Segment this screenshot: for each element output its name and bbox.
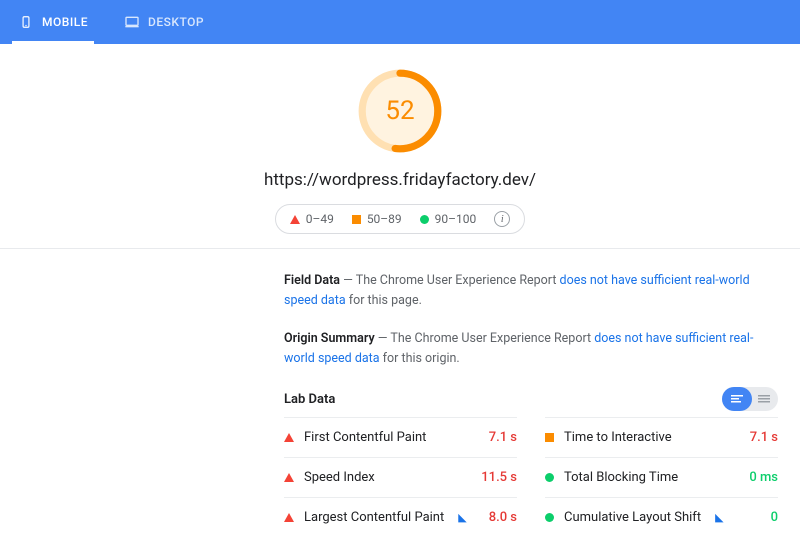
metric-tbt[interactable]: Total Blocking Time 0 ms xyxy=(545,457,778,497)
circle-icon xyxy=(545,513,554,522)
metric-si[interactable]: Speed Index 11.5 s xyxy=(284,457,517,497)
triangle-icon xyxy=(284,473,294,482)
circle-icon xyxy=(545,473,554,482)
square-icon xyxy=(352,215,361,224)
desktop-icon xyxy=(124,14,140,30)
metric-value: 8.0 s xyxy=(489,510,517,525)
metric-lcp[interactable]: Largest Contentful Paint ◣ 8.0 s xyxy=(284,497,517,537)
tab-mobile-label: MOBILE xyxy=(42,15,88,29)
metric-name: Cumulative Layout Shift xyxy=(564,510,701,525)
triangle-icon xyxy=(284,433,294,442)
tested-url: https://wordpress.fridayfactory.dev/ xyxy=(0,170,800,190)
lab-data-title: Lab Data xyxy=(284,392,335,407)
metric-name: Time to Interactive xyxy=(564,430,672,445)
bars-right-icon xyxy=(758,395,770,403)
field-data-text: Field Data — The Chrome User Experience … xyxy=(284,271,778,311)
metric-name: Largest Contentful Paint xyxy=(304,510,444,525)
triangle-icon xyxy=(284,513,294,522)
score-value: 52 xyxy=(355,66,445,156)
bars-left-icon xyxy=(731,395,743,403)
report-body: Field Data — The Chrome User Experience … xyxy=(0,249,800,537)
score-hero: 52 https://wordpress.fridayfactory.dev/ … xyxy=(0,44,800,248)
tab-mobile[interactable]: MOBILE xyxy=(12,0,94,44)
origin-summary-text: Origin Summary — The Chrome User Experie… xyxy=(284,329,778,369)
square-icon xyxy=(545,433,554,442)
metric-value: 11.5 s xyxy=(481,470,517,485)
mobile-icon xyxy=(18,14,34,30)
tab-desktop-label: DESKTOP xyxy=(148,15,204,29)
legend-good: 90–100 xyxy=(420,212,477,226)
legend-poor: 0–49 xyxy=(290,212,334,226)
metric-name: First Contentful Paint xyxy=(304,430,426,445)
metric-value: 0 xyxy=(771,510,778,525)
legend-mid: 50–89 xyxy=(352,212,402,226)
field-data-label: Field Data xyxy=(284,273,340,288)
circle-icon xyxy=(420,215,429,224)
origin-summary-label: Origin Summary xyxy=(284,331,375,346)
metric-cls[interactable]: Cumulative Layout Shift ◣ 0 xyxy=(545,497,778,537)
metric-fcp[interactable]: First Contentful Paint 7.1 s xyxy=(284,417,517,457)
metric-name: Total Blocking Time xyxy=(564,470,678,485)
metrics-grid: First Contentful Paint 7.1 s Time to Int… xyxy=(284,417,778,537)
info-icon[interactable]: i xyxy=(494,211,510,227)
score-gauge: 52 xyxy=(355,66,445,156)
triangle-icon xyxy=(290,215,300,224)
lab-data-header: Lab Data xyxy=(284,387,778,411)
metric-value: 7.1 s xyxy=(489,430,517,445)
device-tabbar: MOBILE DESKTOP xyxy=(0,0,800,44)
tab-desktop[interactable]: DESKTOP xyxy=(118,0,210,44)
metric-tti[interactable]: Time to Interactive 7.1 s xyxy=(545,417,778,457)
toggle-knob xyxy=(722,387,752,411)
view-toggle[interactable] xyxy=(722,387,778,411)
metric-name: Speed Index xyxy=(304,470,375,485)
bookmark-icon: ◣ xyxy=(458,511,466,524)
score-legend: 0–49 50–89 90–100 i xyxy=(275,204,526,234)
metric-value: 0 ms xyxy=(749,470,778,485)
bookmark-icon: ◣ xyxy=(715,511,723,524)
metric-value: 7.1 s xyxy=(750,430,778,445)
